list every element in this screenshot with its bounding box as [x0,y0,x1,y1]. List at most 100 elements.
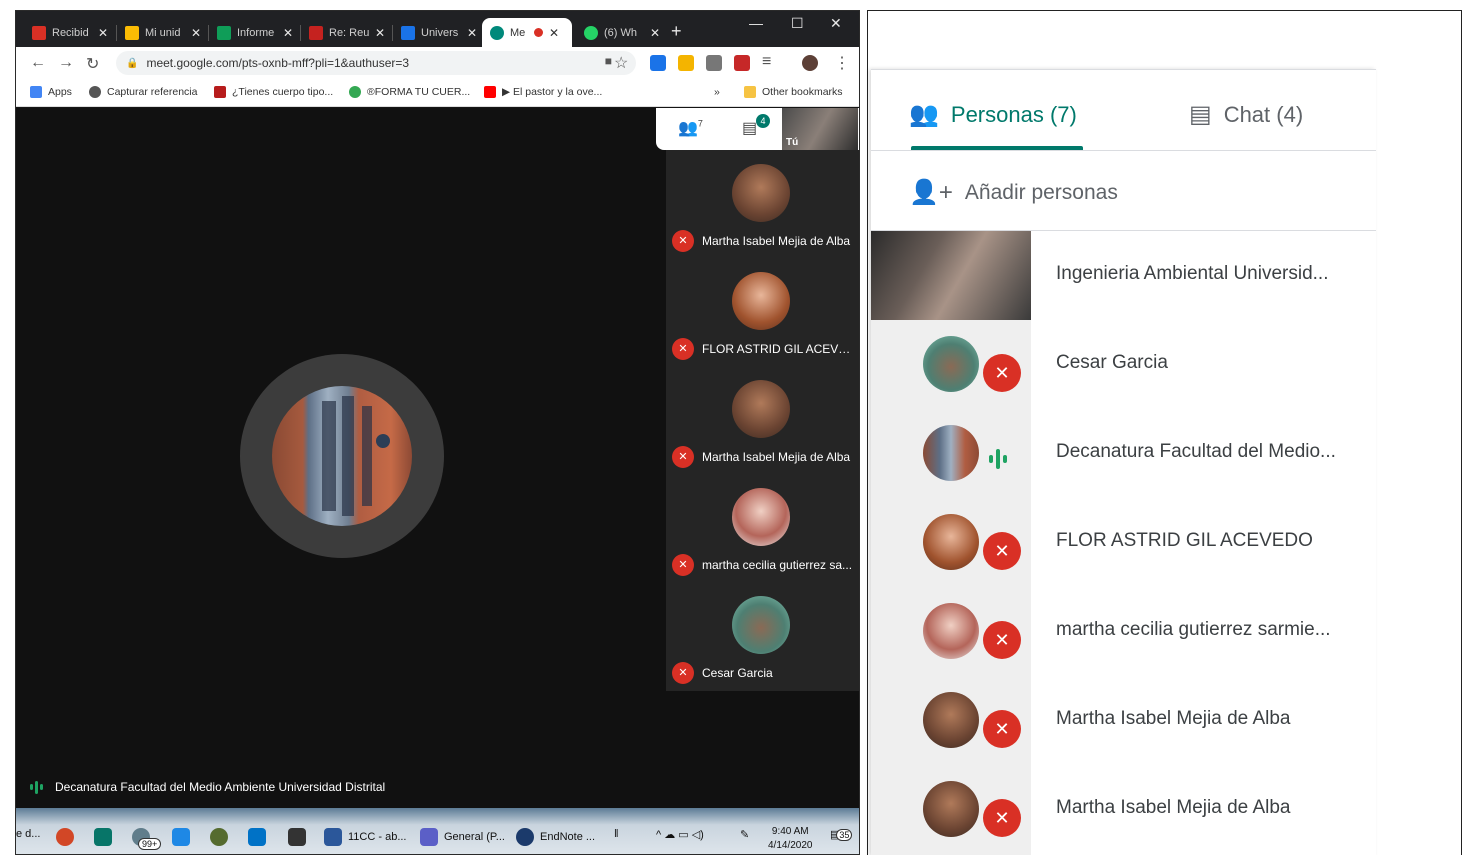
chat-icon[interactable]: ▤ [742,118,757,138]
forward-icon[interactable]: → [58,54,74,72]
more-bookmarks-button[interactable]: » [714,86,720,98]
site-icon [349,86,361,98]
participant-row[interactable]: Ingenieria Ambiental Universid... [871,231,1376,320]
avatar [732,164,790,222]
reading-list-icon[interactable]: ≡ [762,53,771,71]
profile-avatar[interactable] [802,55,818,71]
taskbar-divider-icon: ‖ [614,828,619,840]
tab-sheets[interactable]: Informe ✕ [209,18,301,47]
extension-icon[interactable] [678,55,694,71]
taskbar-item[interactable]: e d... [16,828,40,840]
close-icon[interactable]: ✕ [375,26,385,40]
bookmark-capturar[interactable]: Capturar referencia [89,86,197,98]
participant-row[interactable]: ✕ martha cecilia gutierrez sarmie... [871,587,1376,676]
avatar [732,380,790,438]
mic-off-icon: ✕ [672,446,694,468]
tab-whatsapp[interactable]: (6) Wh ✕ [576,18,668,47]
powerpoint-icon[interactable] [56,828,80,846]
participant-row[interactable]: ✕ Martha Isabel Mejia de Alba [871,765,1376,854]
updates-icon[interactable]: 99+ [132,828,162,850]
close-icon[interactable]: ✕ [191,26,201,40]
pdf-extension-icon[interactable] [734,55,750,71]
participant-row[interactable]: ✕ FLOR ASTRID GIL ACEVEDO [871,498,1376,587]
reload-icon[interactable]: ↻ [86,54,99,74]
other-bookmarks[interactable]: Other bookmarks [744,86,843,98]
extension-icon[interactable] [650,55,666,71]
tab-label: Re: Reu [329,26,369,39]
tab-mail[interactable]: Re: Reu ✕ [301,18,393,47]
new-tab-button[interactable]: + [671,21,682,42]
app-icon[interactable] [288,828,312,846]
avatar [923,514,979,570]
people-icon[interactable]: 👥7 [678,118,703,138]
close-icon[interactable]: ✕ [283,26,293,40]
tab-strip: Recibid ✕ Mi unid ✕ Informe ✕ Re: Reu ✕ [16,11,859,47]
presenter-avatar[interactable] [272,386,412,526]
participant-tile[interactable]: ✕ Cesar Garcia [666,582,859,690]
outlook-icon[interactable] [248,828,272,846]
mic-off-icon: ✕ [672,554,694,576]
avatar [732,488,790,546]
pen-icon[interactable]: ✎ [740,828,749,841]
participant-name: Martha Isabel Mejia de Alba [1056,797,1291,818]
calendar-icon [401,25,415,40]
app-icon[interactable] [210,828,234,846]
close-window-button[interactable]: ✕ [830,15,842,32]
notification-icon[interactable]: ▤ 35 [830,828,853,841]
tab-chat[interactable]: ▤ Chat (4) [1189,100,1303,129]
taskbar-word[interactable]: 11CC - ab... [324,828,407,846]
participant-name: Cesar Garcia [702,666,773,680]
tab-gmail[interactable]: Recibid ✕ [24,18,116,47]
bookmark-apps[interactable]: Apps [30,86,72,98]
participant-tile[interactable]: ✕ martha cecilia gutierrez sa... [666,474,859,582]
tab-people[interactable]: 👥 Personas (7) [909,100,1077,129]
mail-icon [309,25,323,40]
close-icon[interactable]: ✕ [549,26,559,40]
menu-kebab-icon[interactable]: ⋮ [834,53,850,73]
add-person-icon: 👤+ [909,179,953,206]
tab-drive[interactable]: Mi unid ✕ [117,18,209,47]
self-video-thumbnail[interactable]: Tú [782,108,858,150]
presenter-avatar-ring [240,354,444,558]
bookmark-cuerpo[interactable]: ¿Tienes cuerpo tipo... [214,86,333,98]
avatar [923,425,979,481]
bookmarks-bar: Apps Capturar referencia ¿Tienes cuerpo … [16,79,859,107]
youtube-icon [484,86,496,98]
todo-icon[interactable] [172,828,196,846]
participant-tiles: ✕ Martha Isabel Mejia de Alba ✕ FLOR AST… [666,150,859,691]
chat-icon: ▤ [1189,101,1212,128]
participant-row[interactable]: ✕ Cesar Garcia [871,320,1376,409]
maximize-button[interactable]: ☐ [791,15,804,32]
participant-tile[interactable]: ✕ Martha Isabel Mejia de Alba [666,150,859,258]
participant-row[interactable]: Decanatura Facultad del Medio... [871,409,1376,498]
close-icon[interactable]: ✕ [467,26,477,40]
drive-icon [125,25,139,40]
bookmark-forma[interactable]: ®FORMA TU CUER... [349,86,470,98]
bookmark-star-icon[interactable]: ☆ [614,53,628,73]
taskbar-teams[interactable]: General (P... [420,828,505,846]
tab-meet[interactable]: Me ✕ [482,18,572,47]
meet-stage: 👥7 ▤ 4 Tú ✕ Martha Isabel Mejia de Alba … [16,108,859,808]
avatar [923,603,979,659]
camera-icon[interactable]: ■ [605,54,612,68]
tab-calendar[interactable]: Univers ✕ [393,18,485,47]
participant-name: FLOR ASTRID GIL ACEVEDO [702,342,857,356]
mic-off-icon: ✕ [672,230,694,252]
lock-icon: 🔒 [126,57,139,69]
participant-tile[interactable]: ✕ FLOR ASTRID GIL ACEVEDO [666,258,859,366]
add-people-button[interactable]: 👤+ Añadir personas [909,178,1118,207]
close-icon[interactable]: ✕ [98,26,108,40]
extension-icon[interactable] [706,55,722,71]
system-clock[interactable]: 9:40 AM 4/14/2020 [768,825,813,853]
taskbar-endnote[interactable]: EndNote ... [516,828,595,846]
address-bar[interactable]: 🔒 meet.google.com/pts-oxnb-mff?pli=1&aut… [116,51,636,75]
tab-label: Informe [237,26,275,39]
participant-row[interactable]: ✕ Martha Isabel Mejia de Alba [871,676,1376,765]
tray-icons[interactable]: ^ ☁ ▭ ◁) [656,828,704,841]
close-icon[interactable]: ✕ [650,26,660,40]
back-icon[interactable]: ← [30,54,46,72]
participant-tile[interactable]: ✕ Martha Isabel Mejia de Alba [666,366,859,474]
publisher-icon[interactable] [94,828,118,846]
minimize-button[interactable]: — [749,15,763,31]
bookmark-pastor[interactable]: ▶ El pastor y la ove... [484,86,602,98]
